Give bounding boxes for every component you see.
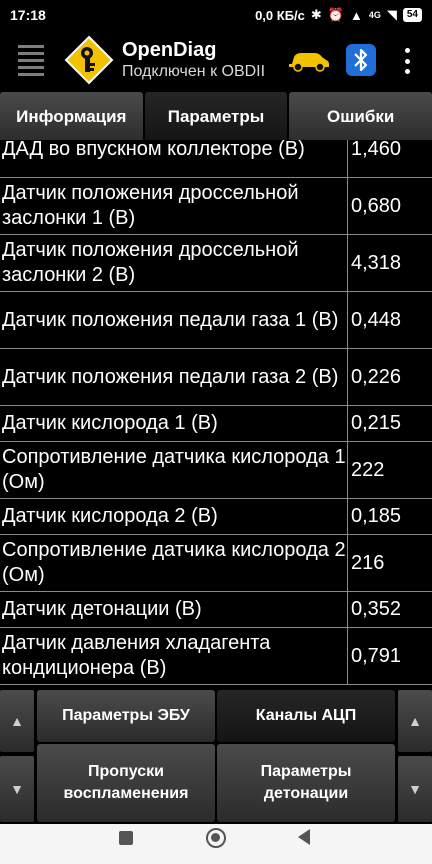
status-bar: 17:18 0,0 КБ/с ✱ ⏰ ▲ 4G ◥ 54 [0, 0, 432, 30]
parameter-name: Датчик кислорода 1 (В) [0, 406, 348, 441]
status-indicators: 0,0 КБ/с ✱ ⏰ ▲ 4G ◥ 54 [255, 7, 422, 23]
parameter-name: ДАД во впускном коллекторе (В) [0, 140, 348, 177]
parameter-row: Датчик положения дроссельной заслонки 2 … [0, 235, 432, 292]
parameter-value: 0,226 [351, 365, 402, 388]
bluetooth-status-icon: ✱ [310, 7, 322, 22]
scroll-down-left-button[interactable]: ▼ [0, 756, 34, 822]
network-speed: 0,0 КБ/с [255, 7, 305, 23]
bluetooth-icon[interactable] [346, 44, 376, 76]
status-time: 17:18 [10, 7, 46, 23]
parameter-name: Датчик положения дроссельной заслонки 2 … [0, 235, 348, 291]
menu-icon[interactable] [8, 30, 54, 90]
parameter-value: 1,460 [351, 140, 402, 160]
parameter-name: Датчик давления хладагента кондиционера … [0, 628, 348, 684]
parameter-value: 0,185 [351, 505, 402, 527]
signal-icon: ▲ [349, 7, 363, 23]
scroll-up-left-button[interactable]: ▲ [0, 690, 34, 752]
app-title-block: OpenDiag Подключен к OBDII [122, 38, 265, 82]
ecu-params-button[interactable]: Параметры ЭБУ [37, 690, 215, 742]
parameter-row: ДАД во впускном коллекторе (В) 1,460 [0, 140, 432, 178]
tab-information[interactable]: Информация [0, 92, 143, 142]
parameter-value: 0,215 [351, 412, 402, 434]
parameter-name: Датчик положения педали газа 2 (В) [0, 349, 348, 405]
app-title: OpenDiag [122, 39, 217, 61]
parameter-row: Сопротивление датчика кислорода 2 (Ом) 2… [0, 535, 432, 592]
recent-apps-icon[interactable] [119, 831, 133, 845]
parameter-value: 0,448 [351, 308, 402, 331]
tab-bar: Информация Параметры Ошибки [0, 92, 432, 142]
parameter-row: Датчик кислорода 1 (В) 0,215 [0, 406, 432, 442]
parameter-row: Датчик положения педали газа 2 (В) 0,226 [0, 349, 432, 406]
parameter-row: Сопротивление датчика кислорода 1 (Ом) 2… [0, 442, 432, 499]
back-icon[interactable] [298, 829, 310, 845]
system-nav-bar [0, 824, 432, 864]
knock-params-button[interactable]: Параметры детонации [217, 744, 395, 822]
parameter-row: Датчик детонации (В) 0,352 [0, 592, 432, 628]
parameter-value: 222 [351, 458, 385, 481]
parameter-value: 0,680 [351, 194, 402, 217]
parameter-name: Сопротивление датчика кислорода 2 (Ом) [0, 535, 348, 591]
home-icon[interactable] [206, 828, 226, 848]
bottom-button-panel: ▲ ▼ ▲ ▼ Параметры ЭБУ Каналы АЦП Пропуск… [0, 688, 432, 824]
parameter-name: Сопротивление датчика кислорода 1 (Ом) [0, 442, 348, 498]
network-type: 4G [368, 10, 381, 20]
tab-parameters[interactable]: Параметры [144, 92, 288, 142]
adc-channels-button[interactable]: Каналы АЦП [217, 690, 395, 742]
overflow-menu-icon[interactable] [400, 48, 414, 74]
parameter-row: Датчик положения педали газа 1 (В) 0,448 [0, 292, 432, 349]
tab-errors[interactable]: Ошибки [289, 92, 432, 142]
parameter-row: Датчик кислорода 2 (В) 0,185 [0, 499, 432, 535]
app-bar: OpenDiag Подключен к OBDII [0, 30, 432, 90]
parameter-value: 216 [351, 551, 385, 574]
parameter-row: Датчик положения дроссельной заслонки 1 … [0, 178, 432, 235]
car-icon[interactable] [288, 48, 330, 72]
app-logo-icon [64, 35, 114, 85]
parameter-value: 0,791 [351, 644, 402, 667]
connection-status: Подключен к OBDII [122, 63, 266, 80]
parameter-value: 4,318 [351, 251, 402, 274]
parameter-list[interactable]: ДАД во впускном коллекторе (В) 1,460 Дат… [0, 140, 432, 688]
battery-icon: 54 [402, 8, 422, 22]
alarm-icon: ⏰ [327, 7, 344, 22]
scroll-down-right-button[interactable]: ▼ [398, 756, 432, 822]
wifi-icon: ◥ [386, 7, 397, 22]
scroll-up-right-button[interactable]: ▲ [398, 690, 432, 752]
parameter-name: Датчик детонации (В) [0, 592, 348, 627]
parameter-value: 0,352 [351, 598, 402, 620]
parameter-row: Датчик давления хладагента кондиционера … [0, 628, 432, 685]
parameter-name: Датчик положения дроссельной заслонки 1 … [0, 178, 348, 234]
misfires-button[interactable]: Пропуски воспламенения [37, 744, 215, 822]
parameter-name: Датчик кислорода 2 (В) [0, 499, 348, 534]
parameter-name: Датчик положения педали газа 1 (В) [0, 292, 348, 348]
